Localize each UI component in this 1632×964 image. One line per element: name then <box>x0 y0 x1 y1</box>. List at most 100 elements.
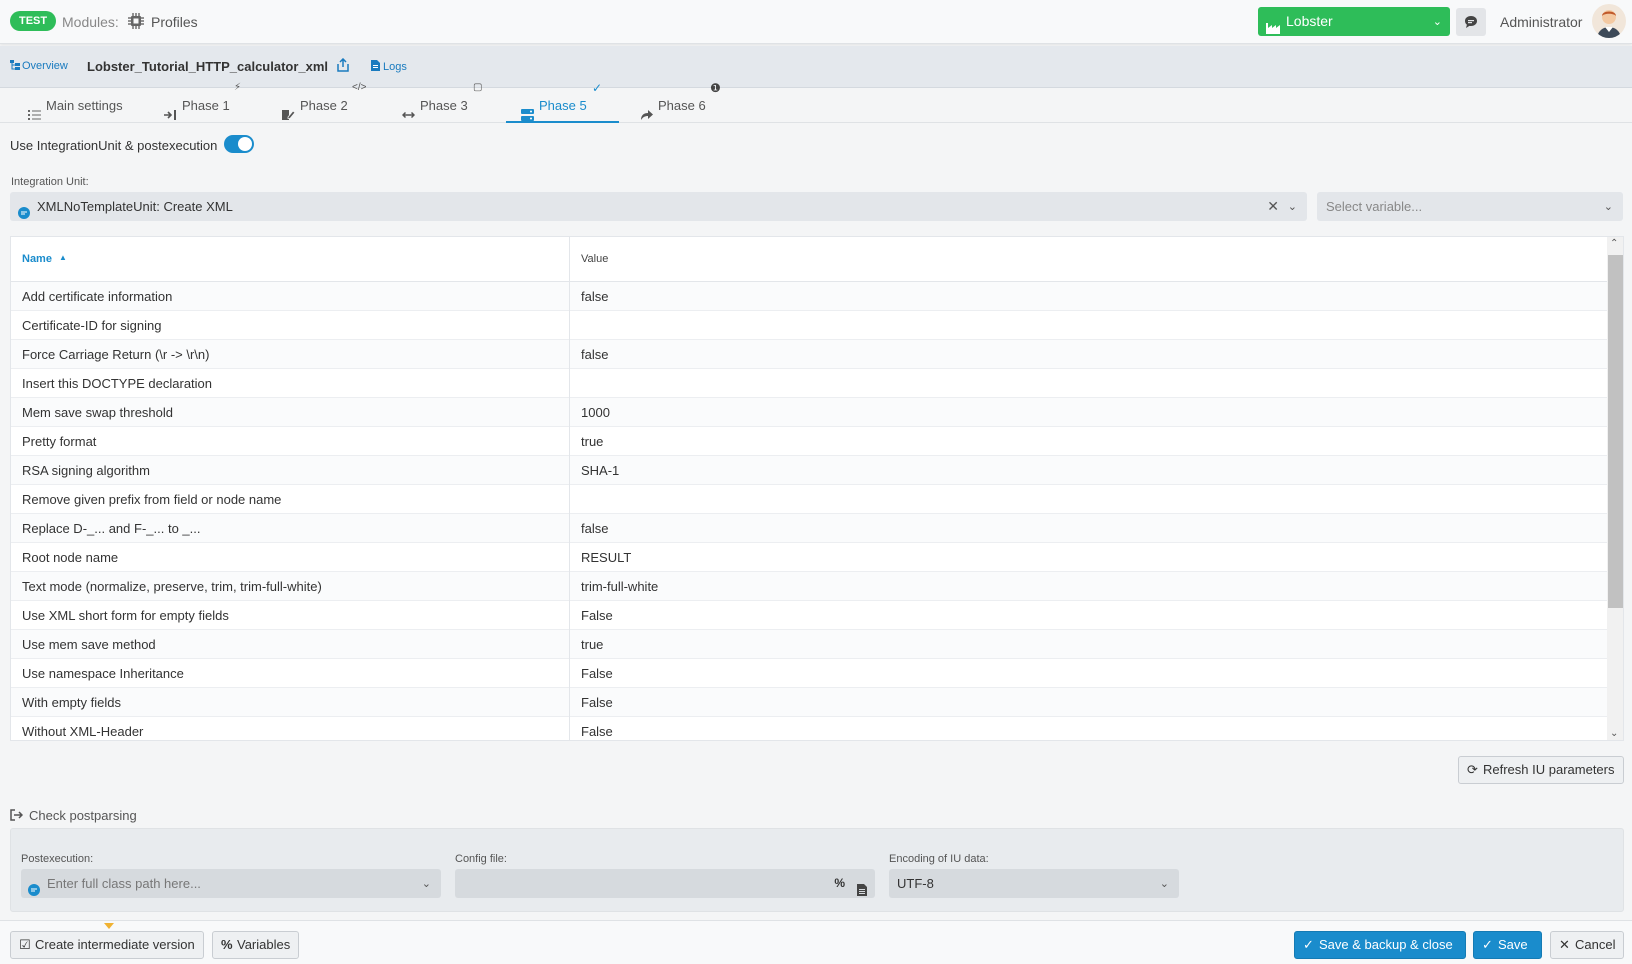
refresh-label: Refresh IU parameters <box>1483 762 1615 777</box>
parameter-value[interactable]: 1000 <box>581 405 610 420</box>
parameter-name: Use XML short form for empty fields <box>22 608 229 623</box>
column-divider <box>569 398 570 427</box>
table-row[interactable]: RSA signing algorithm SHA-1 <box>11 456 1607 485</box>
table-row[interactable]: Force Carriage Return (\r -> \r\n) false <box>11 340 1607 369</box>
chevron-down-icon: ⌄ <box>1432 16 1442 28</box>
parameter-name: Without XML-Header <box>22 724 144 739</box>
integration-unit-select[interactable]: XMLNoTemplateUnit: Create XML ✕ ⌄ <box>10 192 1307 221</box>
tab-main-settings[interactable]: Main settings <box>28 89 123 123</box>
logs-link[interactable]: Logs <box>371 60 407 73</box>
tab-phase-2[interactable]: Phase 2 </> <box>282 83 366 123</box>
create-intermediate-version-button[interactable]: ☑ Create intermediate version <box>10 931 204 959</box>
table-row[interactable]: Remove given prefix from field or node n… <box>11 485 1607 514</box>
version-caret-marker <box>104 923 114 929</box>
share-icon <box>640 100 653 120</box>
refresh-icon: ⟳ <box>1467 762 1478 777</box>
parameter-value[interactable]: true <box>581 434 603 449</box>
chevron-down-icon: ⌄ <box>1603 201 1613 213</box>
tab-phase-6[interactable]: Phase 6 ❶ <box>640 82 721 123</box>
parameter-name: Text mode (normalize, preserve, trim, tr… <box>22 579 322 594</box>
cancel-button[interactable]: ✕ Cancel <box>1550 931 1624 959</box>
overview-link[interactable]: Overview <box>10 60 68 72</box>
variables-button[interactable]: % Variables <box>212 931 299 959</box>
save-button[interactable]: ✓ Save <box>1473 931 1542 959</box>
code-icon: </> <box>352 82 367 93</box>
parameter-value[interactable]: False <box>581 695 613 710</box>
config-file-input[interactable]: % <box>455 869 875 898</box>
column-header-value[interactable]: Value <box>581 253 608 265</box>
table-row[interactable]: Add certificate information false <box>11 282 1607 311</box>
save-backup-close-button[interactable]: ✓ Save & backup & close <box>1294 931 1466 959</box>
parameter-value[interactable]: False <box>581 724 613 739</box>
parameter-value[interactable]: False <box>581 666 613 681</box>
variables-label: Variables <box>237 937 291 952</box>
save-backup-close-label: Save & backup & close <box>1319 937 1453 952</box>
encoding-select[interactable]: UTF-8 ⌄ <box>889 869 1179 898</box>
parameter-value[interactable]: trim-full-white <box>581 579 658 594</box>
postparsing-header-label: Check postparsing <box>29 808 137 823</box>
parameter-name: With empty fields <box>22 695 121 710</box>
parameter-value[interactable]: false <box>581 347 608 362</box>
profile-bar: Overview Lobster_Tutorial_HTTP_calculato… <box>0 46 1632 88</box>
chat-button[interactable] <box>1456 8 1486 36</box>
table-row[interactable]: Certificate-ID for signing <box>11 311 1607 340</box>
column-divider <box>569 688 570 717</box>
table-row[interactable]: Use mem save method true <box>11 630 1607 659</box>
window-icon: ▢ <box>473 82 483 93</box>
variable-select[interactable]: Select variable... ⌄ <box>1317 192 1623 221</box>
server-icon <box>521 100 534 121</box>
avatar[interactable] <box>1592 4 1626 38</box>
tab-phase-3[interactable]: Phase 3 ▢ <box>401 83 482 123</box>
table-row[interactable]: Insert this DOCTYPE declaration <box>11 369 1607 398</box>
percent-icon[interactable]: % <box>834 869 845 898</box>
check-postparsing-header[interactable]: Check postparsing <box>10 808 137 823</box>
parameter-value[interactable]: False <box>581 608 613 623</box>
bolt-icon: ⚡ <box>234 82 242 93</box>
parameter-value[interactable]: true <box>581 637 603 652</box>
table-row[interactable]: Root node name RESULT <box>11 543 1607 572</box>
sign-in-icon <box>164 100 177 120</box>
table-row[interactable]: Pretty format true <box>11 427 1607 456</box>
check-icon: ✓ <box>1482 937 1493 952</box>
export-icon[interactable] <box>336 57 350 72</box>
table-row[interactable]: Replace D-_... and F-_... to _... false <box>11 514 1607 543</box>
parameter-name: Insert this DOCTYPE declaration <box>22 376 213 391</box>
scroll-down-icon[interactable]: ⌄ <box>1610 728 1618 739</box>
tab-phase-1[interactable]: Phase 1 ⚡ <box>164 83 241 123</box>
encoding-label: Encoding of IU data: <box>889 853 989 865</box>
vertical-scrollbar[interactable]: ⌃ ⌄ <box>1607 237 1623 740</box>
scroll-up-icon[interactable]: ⌃ <box>1610 238 1618 249</box>
file-icon[interactable] <box>857 877 867 906</box>
check-icon: ✓ <box>1303 937 1314 952</box>
table-row[interactable]: Mem save swap threshold 1000 <box>11 398 1607 427</box>
tab-label: Phase 5 <box>539 98 587 113</box>
scrollbar-thumb[interactable] <box>1608 255 1623 608</box>
parameter-name: Use mem save method <box>22 637 156 652</box>
column-divider <box>569 237 570 282</box>
refresh-iu-parameters-button[interactable]: ⟳ Refresh IU parameters <box>1458 756 1624 784</box>
table-row[interactable]: Text mode (normalize, preserve, trim, tr… <box>11 572 1607 601</box>
table-row[interactable]: Use namespace Inheritance False <box>11 659 1607 688</box>
parameter-name: Remove given prefix from field or node n… <box>22 492 282 507</box>
parameter-value[interactable]: SHA-1 <box>581 463 619 478</box>
parameter-value[interactable]: RESULT <box>581 550 631 565</box>
table-row[interactable]: Without XML-Header False <box>11 717 1607 740</box>
column-header-name[interactable]: Name ▲ <box>22 253 67 265</box>
user-menu[interactable]: Administrator <box>1500 14 1582 30</box>
chevron-down-icon[interactable]: ⌄ <box>1288 193 1297 222</box>
table-row[interactable]: Use XML short form for empty fields False <box>11 601 1607 630</box>
client-select[interactable]: Lobster ⌄ <box>1258 7 1450 36</box>
parameter-value[interactable]: false <box>581 521 608 536</box>
postexecution-select[interactable]: Enter full class path here... ⌄ <box>21 869 441 898</box>
modules-dropdown[interactable]: Profiles <box>151 14 198 30</box>
column-divider <box>569 601 570 630</box>
table-row[interactable]: With empty fields False <box>11 688 1607 717</box>
integration-toggle[interactable] <box>224 135 254 153</box>
cancel-label: Cancel <box>1575 937 1616 952</box>
tab-phase-5[interactable]: Phase 5 ✓ <box>521 82 602 123</box>
tab-label: Phase 1 <box>182 98 230 113</box>
variable-select-placeholder: Select variable... <box>1326 199 1423 214</box>
clear-icon[interactable]: ✕ <box>1267 192 1279 221</box>
parameter-value[interactable]: false <box>581 289 608 304</box>
sort-asc-icon: ▲ <box>59 253 67 262</box>
